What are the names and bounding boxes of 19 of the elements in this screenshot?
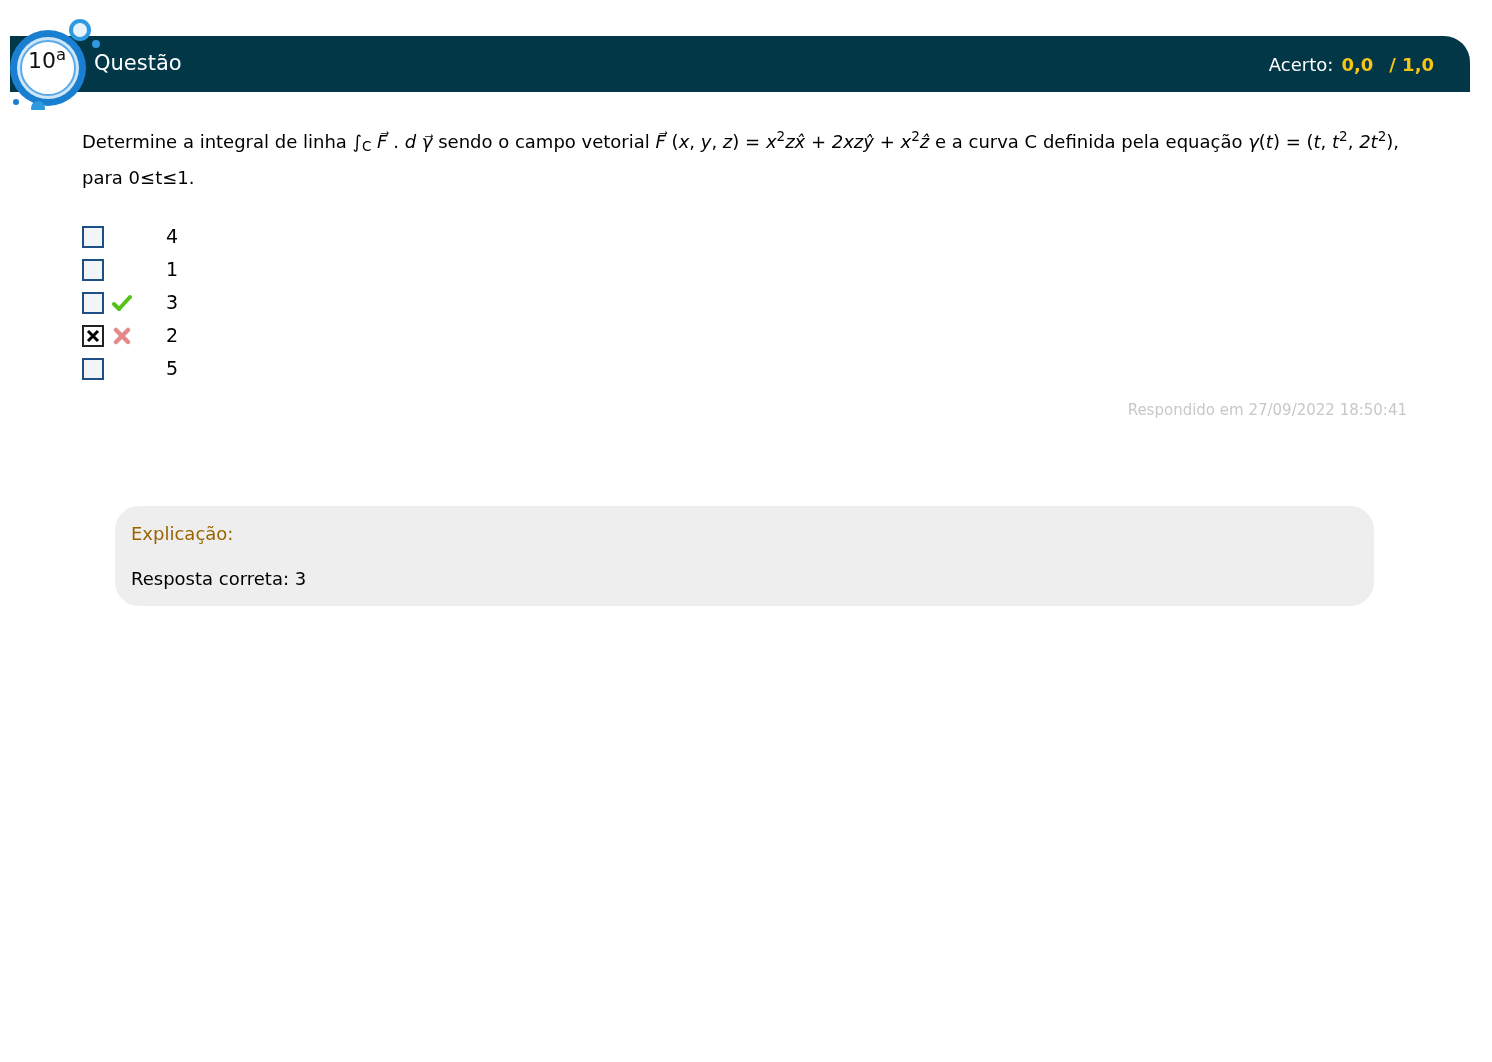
option-text: 1 xyxy=(166,257,179,283)
score-label: Acerto: xyxy=(1268,52,1334,77)
checkbox[interactable] xyxy=(82,357,104,380)
checkbox[interactable] xyxy=(82,258,104,281)
question-number: 10$^{a}$ xyxy=(28,44,67,75)
checkbox[interactable] xyxy=(82,291,104,314)
x-mark-icon xyxy=(86,328,100,343)
score-value: 0,0 xyxy=(1341,52,1374,77)
option-text: 4 xyxy=(166,224,179,250)
score-total: / 1,0 xyxy=(1389,52,1434,77)
explanation-title: Explicação: xyxy=(131,521,235,546)
question-title: Questão xyxy=(94,50,182,78)
option-text: 2 xyxy=(166,323,179,349)
checkbox[interactable] xyxy=(82,324,104,347)
option-text: 5 xyxy=(166,356,179,382)
explanation-text: Resposta correta: 3 xyxy=(131,566,308,591)
question-text: Determine a integral de linha ∫$_{C}$ F⃗ . d γ⃗ sendo o campo vetorial F⃗ (x, y, z) = x$^{2}$zx̂ + 2xzŷ + x$^{2}$ẑ e a curva C definida pela equação γ(t) = (t, t$^{2}$, 2t$^{2}$), para 0≤t≤1. xyxy=(82,127,1400,190)
checkbox[interactable] xyxy=(82,225,104,248)
option-text: 3 xyxy=(166,290,179,316)
